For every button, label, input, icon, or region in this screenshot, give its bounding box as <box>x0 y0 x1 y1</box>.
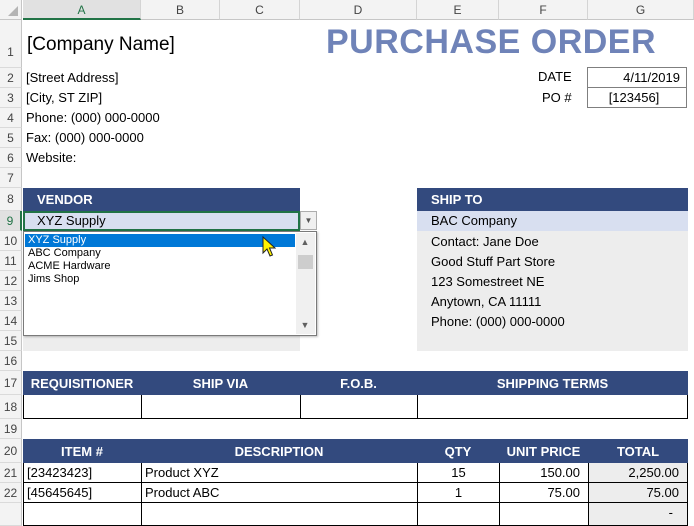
row-header-8[interactable]: 8 <box>0 188 22 211</box>
item-number-cell[interactable]: [45645645] <box>23 483 141 503</box>
company-name-cell[interactable]: [Company Name] <box>27 34 175 56</box>
vendor-header: VENDOR <box>23 188 300 211</box>
row-header-16[interactable]: 16 <box>0 351 22 371</box>
column-header-d[interactable]: D <box>300 0 417 20</box>
description-cell[interactable]: Product ABC <box>141 483 417 503</box>
row-header-14[interactable]: 14 <box>0 311 22 331</box>
total-cell[interactable]: 2,250.00 <box>588 463 688 483</box>
unit-price-cell[interactable]: 150.00 <box>499 463 588 483</box>
scroll-thumb[interactable] <box>298 255 313 269</box>
row-header-10[interactable]: 10 <box>0 231 22 251</box>
dropdown-option-xyz-supply[interactable]: XYZ Supply <box>25 234 295 247</box>
dropdown-option-jims-shop[interactable]: Jims Shop <box>25 273 295 286</box>
row-header-12[interactable]: 12 <box>0 271 22 291</box>
scroll-down-icon[interactable]: ▼ <box>300 320 310 330</box>
shipping-terms-header: SHIPPING TERMS <box>496 376 609 391</box>
item-number-cell[interactable] <box>23 503 141 526</box>
dropdown-option-abc-company[interactable]: ABC Company <box>25 247 295 260</box>
row-header-11[interactable]: 11 <box>0 251 22 271</box>
scroll-up-icon[interactable]: ▲ <box>300 237 310 247</box>
row-header-1[interactable]: 1 <box>0 20 22 68</box>
row-header-7[interactable]: 7 <box>0 168 22 188</box>
column-header-a[interactable]: A <box>23 0 141 20</box>
column-header-b[interactable]: B <box>141 0 220 20</box>
chevron-down-icon: ▼ <box>304 216 313 225</box>
date-label: DATE <box>538 69 572 84</box>
ship-to-area <box>417 231 688 351</box>
ship-via-cell[interactable] <box>141 395 300 419</box>
shipping-terms-cell[interactable] <box>417 395 688 419</box>
row-header-22[interactable]: 22 <box>0 483 22 503</box>
po-label: PO # <box>542 90 572 105</box>
vendor-dropdown-button[interactable]: ▼ <box>300 211 317 230</box>
description-header: DESCRIPTION <box>234 444 324 459</box>
column-header-g[interactable]: G <box>588 0 694 20</box>
dropdown-scrollbar[interactable]: ▲ ▼ <box>296 233 315 334</box>
row-header-18[interactable]: 18 <box>0 395 22 419</box>
row-header-2[interactable]: 2 <box>0 68 22 88</box>
purchase-order-title[interactable]: PURCHASE ORDER <box>326 23 656 62</box>
requisitioner-cell[interactable] <box>23 395 141 419</box>
ship-via-header: SHIP VIA <box>192 376 249 391</box>
column-header-f[interactable]: F <box>499 0 588 20</box>
po-value-cell[interactable]: [123456] <box>587 87 687 108</box>
ship-to-city-cell[interactable]: Anytown, CA 11111 <box>431 294 541 309</box>
qty-cell[interactable]: 15 <box>417 463 499 483</box>
row-header-20[interactable]: 20 <box>0 439 22 463</box>
vendor-select-cell[interactable]: XYZ Supply <box>23 211 300 231</box>
ship-to-store-cell[interactable]: Good Stuff Part Store <box>431 254 555 269</box>
row-header-13[interactable]: 13 <box>0 291 22 311</box>
column-header-e[interactable]: E <box>417 0 499 20</box>
item-number-cell[interactable]: [23423423] <box>23 463 141 483</box>
row-header-23[interactable] <box>0 503 22 526</box>
total-header: TOTAL <box>616 444 660 459</box>
city-cell[interactable]: [City, ST ZIP] <box>26 90 102 105</box>
row-header-6[interactable]: 6 <box>0 148 22 168</box>
select-all-corner[interactable] <box>0 0 22 20</box>
qty-cell[interactable] <box>417 503 499 526</box>
column-header-c[interactable]: C <box>220 0 300 20</box>
description-cell[interactable]: Product XYZ <box>141 463 417 483</box>
unit-price-header: UNIT PRICE <box>506 444 581 459</box>
qty-cell[interactable]: 1 <box>417 483 499 503</box>
unit-price-cell[interactable]: 75.00 <box>499 483 588 503</box>
dropdown-option-acme-hardware[interactable]: ACME Hardware <box>25 260 295 273</box>
row-header-4[interactable]: 4 <box>0 108 22 128</box>
website-cell[interactable]: Website: <box>26 150 76 165</box>
row-header-21[interactable]: 21 <box>0 463 22 483</box>
row-header-15[interactable]: 15 <box>0 331 22 351</box>
fob-header: F.O.B. <box>340 376 377 391</box>
ship-to-street-cell[interactable]: 123 Somestreet NE <box>431 274 544 289</box>
item-number-header: ITEM # <box>61 444 103 459</box>
row-header-3[interactable]: 3 <box>0 88 22 108</box>
mouse-cursor-icon <box>262 236 276 257</box>
ship-to-header: SHIP TO <box>417 188 688 211</box>
description-cell[interactable] <box>141 503 417 526</box>
fob-cell[interactable] <box>300 395 417 419</box>
unit-price-cell[interactable] <box>499 503 588 526</box>
ship-to-contact-cell[interactable]: Contact: Jane Doe <box>431 234 539 249</box>
phone-cell[interactable]: Phone: (000) 000-0000 <box>26 110 160 125</box>
ship-to-name-cell[interactable]: BAC Company <box>417 211 688 231</box>
qty-header: QTY <box>444 444 472 459</box>
row-header-5[interactable]: 5 <box>0 128 22 148</box>
requisitioner-header: REQUISITIONER <box>30 376 134 391</box>
date-value-cell[interactable]: 4/11/2019 <box>587 67 687 88</box>
street-address-cell[interactable]: [Street Address] <box>26 70 119 85</box>
row-header-19[interactable]: 19 <box>0 419 22 439</box>
fax-cell[interactable]: Fax: (000) 000-0000 <box>26 130 144 145</box>
ship-to-phone-cell[interactable]: Phone: (000) 000-0000 <box>431 314 565 329</box>
row-header-9[interactable]: 9 <box>0 211 22 231</box>
row-header-17[interactable]: 17 <box>0 371 22 395</box>
total-cell[interactable]: - <box>588 503 688 526</box>
total-cell[interactable]: 75.00 <box>588 483 688 503</box>
